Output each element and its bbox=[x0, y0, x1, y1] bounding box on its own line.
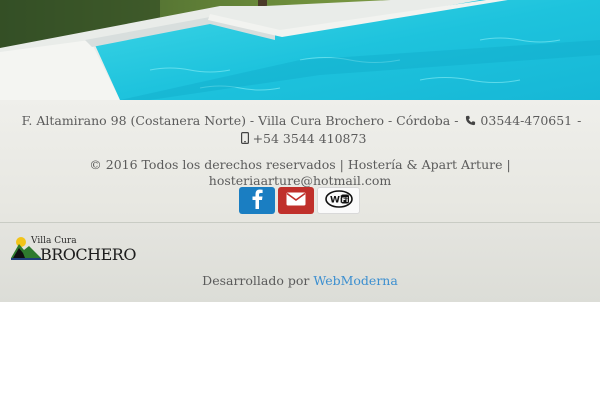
developed-by-text: Desarrollado por bbox=[202, 273, 310, 288]
copyright-text: © 2016 Todos los derechos reservados bbox=[89, 157, 336, 172]
wifi-icon: Wi Fi bbox=[324, 190, 353, 211]
divider: | bbox=[339, 157, 344, 172]
copyright-line: © 2016 Todos los derechos reservados | H… bbox=[0, 157, 600, 189]
svg-text:Fi: Fi bbox=[341, 196, 348, 204]
envelope-icon bbox=[286, 192, 306, 209]
phone-link[interactable]: 03544-470651 bbox=[480, 113, 572, 128]
facebook-button[interactable] bbox=[239, 187, 275, 214]
social-links: Wi Fi bbox=[239, 187, 360, 214]
email-link[interactable]: hosteriaarture@hotmail.com bbox=[209, 173, 391, 188]
site-footer: F. Altamirano 98 (Costanera Norte) - Vil… bbox=[0, 100, 600, 223]
email-button[interactable] bbox=[278, 187, 314, 214]
pool-photo bbox=[0, 0, 600, 100]
brand-name: Hostería & Apart Arture bbox=[347, 157, 503, 172]
mobile-icon bbox=[240, 131, 249, 148]
contact-info: F. Altamirano 98 (Costanera Norte) - Vil… bbox=[14, 112, 590, 148]
facebook-icon bbox=[251, 189, 263, 212]
villa-cura-brochero-logo[interactable]: Villa Cura BROCHERO bbox=[11, 235, 136, 264]
separator: - bbox=[577, 113, 582, 128]
developer-credit: Desarrollado por WebModerna bbox=[0, 273, 600, 288]
phone-icon bbox=[465, 113, 476, 130]
wifi-button[interactable]: Wi Fi bbox=[317, 187, 360, 214]
credits-bar: Villa Cura BROCHERO Desarrollado por Web… bbox=[0, 223, 600, 302]
mobile-link[interactable]: +54 3544 410873 bbox=[253, 131, 367, 146]
address-text: F. Altamirano 98 (Costanera Norte) - Vil… bbox=[21, 113, 459, 128]
developer-link[interactable]: WebModerna bbox=[313, 273, 397, 288]
divider: | bbox=[506, 157, 511, 172]
logo-big-text: BROCHERO bbox=[40, 245, 136, 264]
